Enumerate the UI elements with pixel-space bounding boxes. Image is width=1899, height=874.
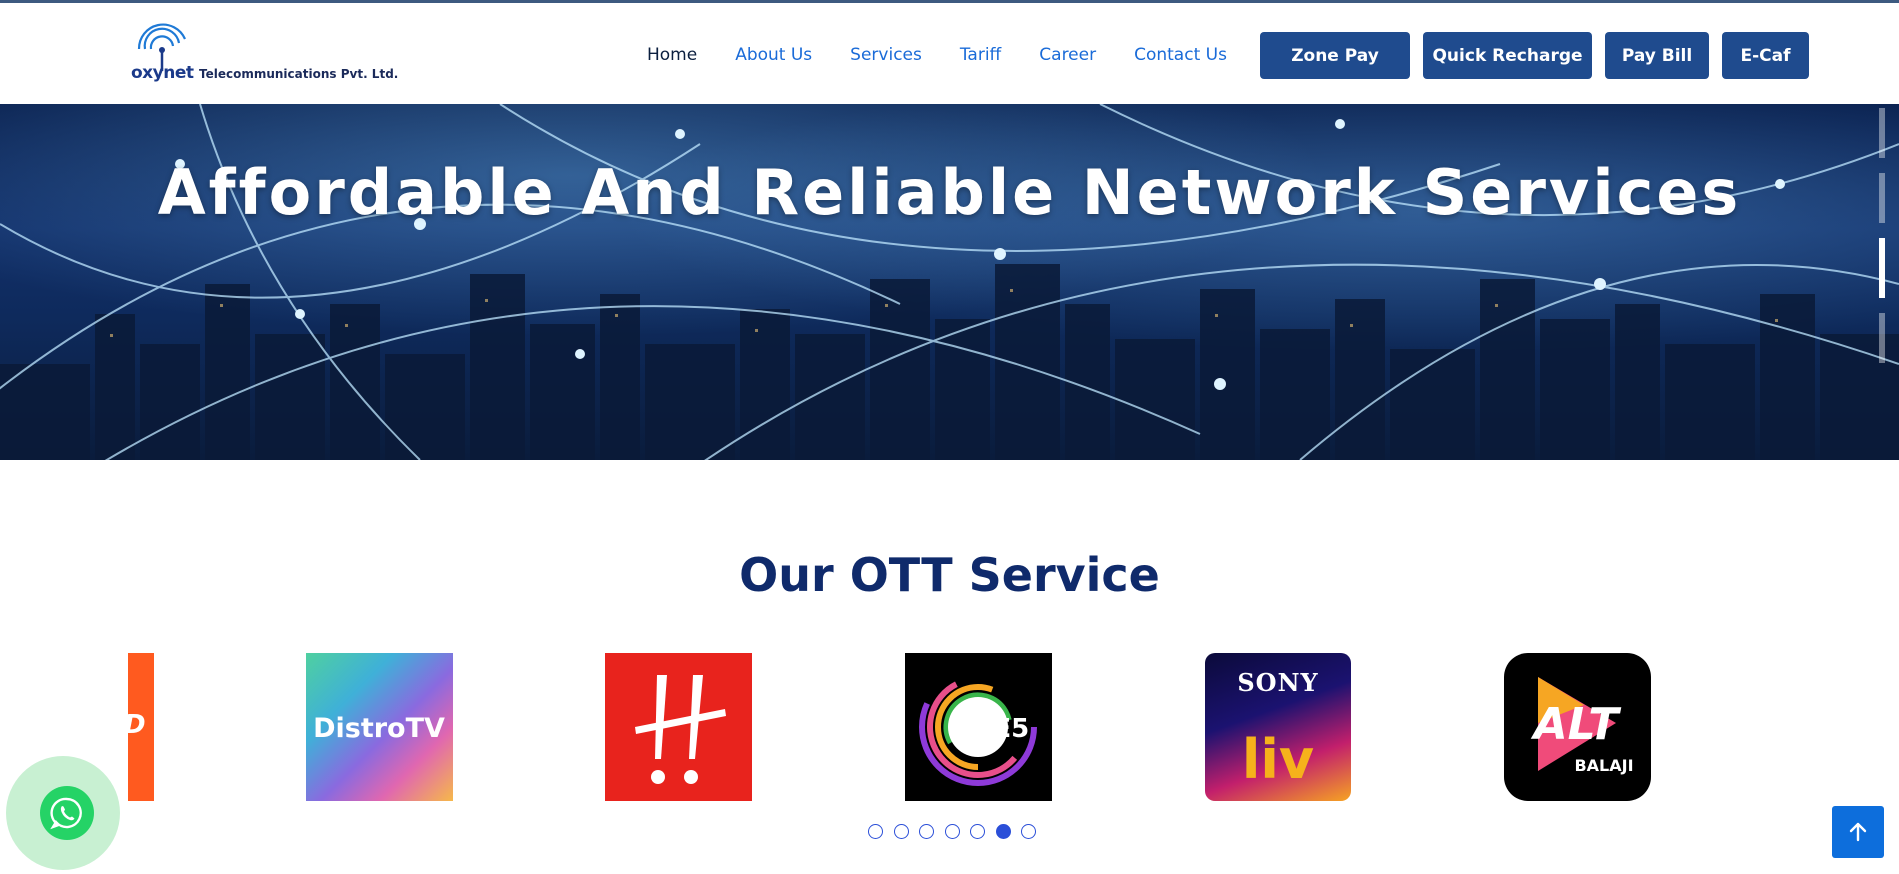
whatsapp-button[interactable]: [40, 786, 94, 840]
zone-pay-button[interactable]: Zone Pay: [1260, 32, 1410, 79]
zee5-logo[interactable]: ZEE5: [905, 653, 1052, 801]
carousel-dot[interactable]: [919, 824, 934, 839]
sony-liv-logo[interactable]: SONY liv: [1205, 653, 1351, 801]
slide-indicator[interactable]: [1879, 313, 1885, 363]
pay-bill-button[interactable]: Pay Bill: [1605, 32, 1709, 79]
svg-text:D: D: [128, 710, 146, 740]
zee5-text: ZEE5: [957, 714, 1029, 744]
quick-recharge-button[interactable]: Quick Recharge: [1423, 32, 1592, 79]
carousel-dots: [868, 824, 1047, 839]
nav-services[interactable]: Services: [850, 45, 922, 65]
slide-indicator[interactable]: [1879, 173, 1885, 223]
hungama-logo-icon: [635, 675, 726, 784]
e-caf-button[interactable]: E-Caf: [1722, 32, 1809, 79]
logo-wordmark: oxynet: [131, 63, 194, 83]
carousel-dot[interactable]: [944, 824, 960, 839]
arrow-up-icon: [1849, 822, 1867, 842]
distro-tv-logo[interactable]: DistroTV: [306, 653, 453, 801]
nav-tariff[interactable]: Tariff: [960, 45, 1001, 65]
carousel-dot[interactable]: [970, 824, 985, 839]
page: oxynet Telecommunications Pvt. Ltd. Home…: [0, 0, 1899, 874]
nav-career[interactable]: Career: [1039, 45, 1096, 65]
nav-home[interactable]: Home: [647, 45, 697, 65]
carousel-dot[interactable]: [868, 824, 883, 839]
nav-contact-us[interactable]: Contact Us: [1134, 45, 1227, 65]
slide-indicators: [1879, 108, 1885, 378]
cta-buttons: Zone Pay Quick Recharge Pay Bill E-Caf: [1260, 32, 1822, 79]
liv-text: liv: [1242, 728, 1314, 791]
main-nav: Home About Us Services Tariff Career Con…: [647, 41, 1265, 69]
ott-section-title: Our OTT Service: [739, 548, 1160, 602]
sony-liv-logo-icon: SONY liv: [1237, 668, 1318, 791]
slide-indicator-active[interactable]: [1879, 238, 1885, 298]
distro-tv-logo-icon: DistroTV: [313, 713, 445, 744]
slide-indicator[interactable]: [1879, 108, 1885, 158]
distro-tv-text: DistroTV: [313, 713, 445, 744]
alt-balaji-logo[interactable]: ALT BALAJI: [1504, 653, 1651, 801]
whatsapp-icon: [50, 797, 82, 830]
alt-text: ALT: [1531, 699, 1622, 750]
site-header: oxynet Telecommunications Pvt. Ltd. Home…: [0, 3, 1899, 104]
alt-balaji-logo-icon: ALT BALAJI: [1531, 677, 1634, 775]
balaji-text: BALAJI: [1574, 756, 1633, 775]
hero-title: Affordable And Reliable Network Services: [157, 156, 1742, 229]
scroll-to-top-button[interactable]: [1832, 806, 1884, 858]
carousel-dot[interactable]: [1021, 824, 1036, 839]
carousel-dot[interactable]: [893, 824, 909, 839]
partial-orange-logo[interactable]: D: [128, 653, 154, 801]
partial-logo-icon: D: [128, 710, 146, 740]
logo-tagline: Telecommunications Pvt. Ltd.: [199, 67, 399, 81]
hungama-logo[interactable]: [605, 653, 752, 801]
carousel-dot-active[interactable]: [995, 824, 1011, 839]
hero-banner: Affordable And Reliable Network Services: [0, 104, 1899, 460]
brand-logo[interactable]: oxynet Telecommunications Pvt. Ltd.: [131, 19, 401, 89]
nav-about-us[interactable]: About Us: [735, 45, 812, 65]
zee5-logo-icon: ZEE5: [919, 668, 1037, 786]
sony-text: SONY: [1237, 668, 1318, 697]
